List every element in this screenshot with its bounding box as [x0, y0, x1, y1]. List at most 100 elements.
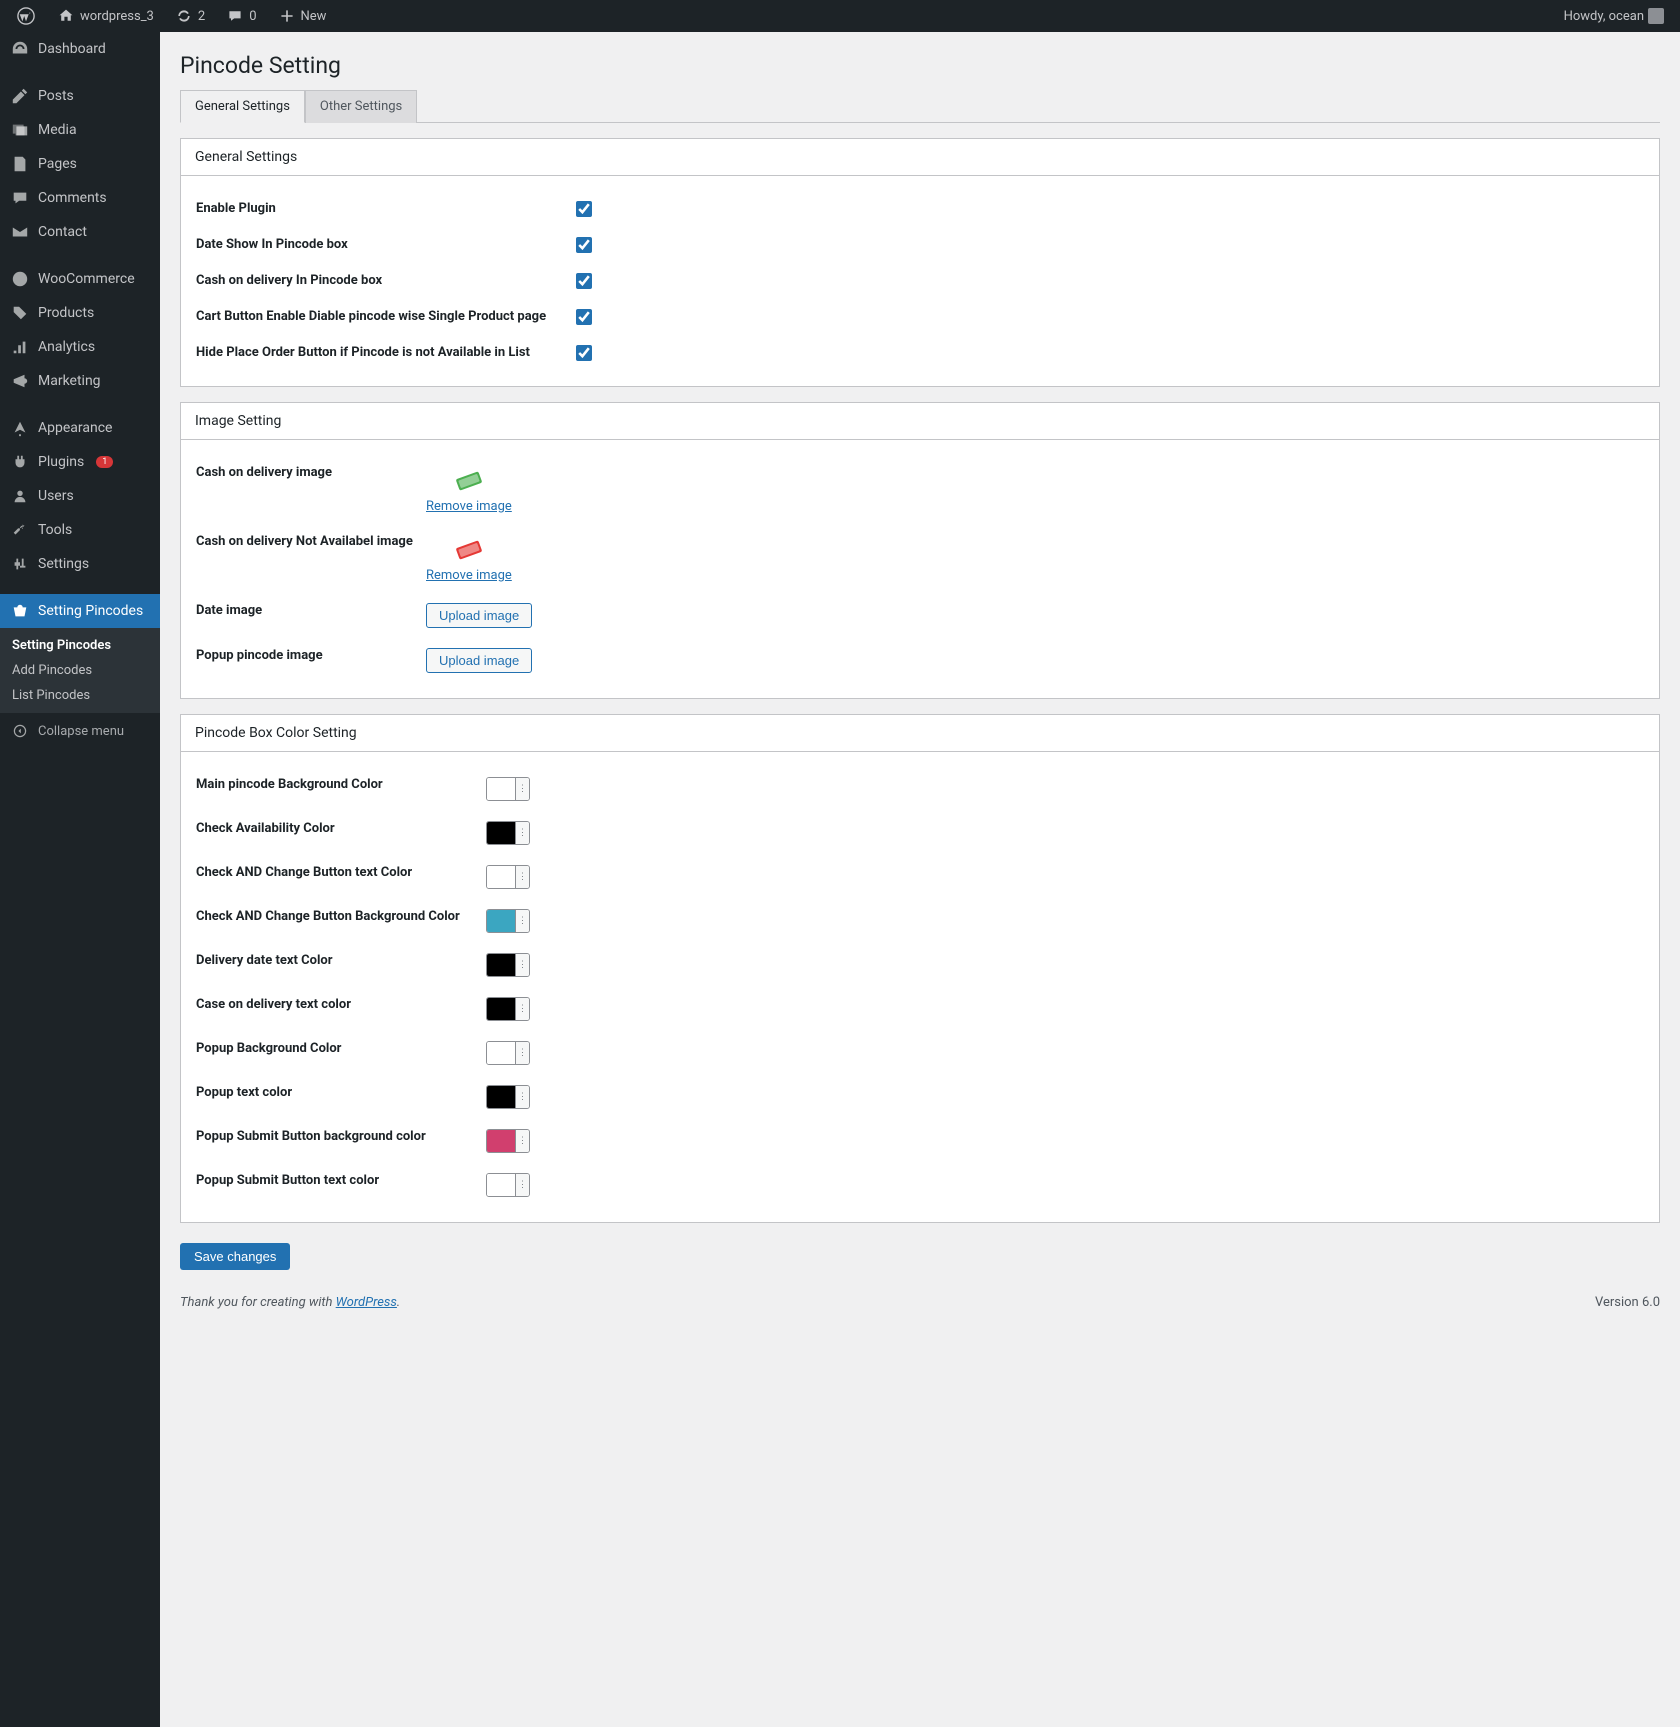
- wordpress-icon: [16, 6, 36, 26]
- sidebar-item-woocommerce[interactable]: WooCommerce: [0, 262, 160, 296]
- new-link[interactable]: New: [269, 0, 335, 32]
- color-picker-handle: ⋮: [515, 866, 529, 888]
- color-swatch: [487, 1174, 515, 1196]
- field-label: Cash on delivery image: [196, 465, 426, 480]
- color-picker-handle: ⋮: [515, 822, 529, 844]
- sidebar-item-settings[interactable]: Settings: [0, 547, 160, 581]
- color-swatch: [487, 910, 515, 932]
- color-picker-handle: ⋮: [515, 1130, 529, 1152]
- field-label: Cash on delivery Not Availabel image: [196, 534, 426, 549]
- color-picker[interactable]: ⋮: [486, 1085, 530, 1109]
- comments-link[interactable]: 0: [217, 0, 264, 32]
- sidebar-item-plugins[interactable]: Plugins 1: [0, 445, 160, 479]
- sidebar-item-tools[interactable]: Tools: [0, 513, 160, 547]
- sidebar-item-label: Plugins: [38, 454, 84, 470]
- color-picker[interactable]: ⋮: [486, 953, 530, 977]
- color-picker[interactable]: ⋮: [486, 1041, 530, 1065]
- field-label: Main pincode Background Color: [196, 777, 486, 792]
- site-link[interactable]: wordpress_3: [48, 0, 162, 32]
- color-picker[interactable]: ⋮: [486, 821, 530, 845]
- admin-toolbar: wordpress_3 2 0 New Howdy, ocean: [0, 0, 1680, 32]
- save-button[interactable]: Save changes: [180, 1243, 290, 1270]
- sidebar-item-label: Setting Pincodes: [38, 603, 143, 619]
- sidebar-item-posts[interactable]: Posts: [0, 79, 160, 113]
- color-picker[interactable]: ⋮: [486, 1129, 530, 1153]
- field-label: Hide Place Order Button if Pincode is no…: [196, 345, 576, 360]
- users-icon: [10, 486, 30, 506]
- submenu-item[interactable]: Add Pincodes: [0, 658, 160, 683]
- sidebar-item-label: Dashboard: [38, 41, 106, 57]
- sidebar-item-label: Marketing: [38, 373, 101, 389]
- wordpress-link[interactable]: WordPress: [336, 1295, 397, 1310]
- image-setting-panel: Image Setting Cash on delivery imageRemo…: [180, 402, 1660, 699]
- updates-icon: [174, 6, 194, 26]
- sidebar-item-appearance[interactable]: Appearance: [0, 411, 160, 445]
- upload-image-button[interactable]: Upload image: [426, 648, 532, 673]
- field-label: Cart Button Enable Diable pincode wise S…: [196, 309, 576, 324]
- howdy-user[interactable]: Howdy, ocean: [1556, 0, 1672, 32]
- color-picker[interactable]: ⋮: [486, 1173, 530, 1197]
- sidebar-item-analytics[interactable]: Analytics: [0, 330, 160, 364]
- tab-general-settings[interactable]: General Settings: [180, 90, 305, 123]
- media-icon: [10, 120, 30, 140]
- new-label: New: [301, 9, 327, 24]
- products-icon: [10, 303, 30, 323]
- settings-tabs: General SettingsOther Settings: [180, 89, 1660, 123]
- avatar: [1648, 8, 1664, 24]
- sidebar-item-label: Media: [38, 122, 77, 138]
- sidebar-item-pages[interactable]: Pages: [0, 147, 160, 181]
- woocommerce-icon: [10, 269, 30, 289]
- sidebar-item-comments[interactable]: Comments: [0, 181, 160, 215]
- color-picker-handle: ⋮: [515, 778, 529, 800]
- color-swatch: [487, 1086, 515, 1108]
- sidebar-item-marketing[interactable]: Marketing: [0, 364, 160, 398]
- pages-icon: [10, 154, 30, 174]
- sidebar-item-label: Products: [38, 305, 94, 321]
- footer-thanks: Thank you for creating with WordPress.: [180, 1295, 400, 1310]
- color-picker[interactable]: ⋮: [486, 997, 530, 1021]
- sidebar-item-label: Pages: [38, 156, 77, 172]
- update-badge: 1: [96, 456, 113, 468]
- checkbox-input[interactable]: [576, 273, 592, 289]
- color-picker[interactable]: ⋮: [486, 865, 530, 889]
- sidebar-item-label: WooCommerce: [38, 271, 135, 287]
- checkbox-input[interactable]: [576, 345, 592, 361]
- sidebar-item-media[interactable]: Media: [0, 113, 160, 147]
- field-label: Popup Submit Button background color: [196, 1129, 486, 1144]
- general-settings-panel: General Settings Enable PluginDate Show …: [180, 138, 1660, 387]
- field-label: Popup Background Color: [196, 1041, 486, 1056]
- wp-logo[interactable]: [8, 0, 44, 32]
- admin-sidebar: Dashboard Posts Media Pages CommentsContact W…: [0, 32, 160, 1727]
- field-label: Popup Submit Button text color: [196, 1173, 486, 1188]
- color-swatch: [487, 998, 515, 1020]
- general-settings-heading: General Settings: [181, 139, 1659, 176]
- collapse-menu[interactable]: Collapse menu: [0, 713, 160, 749]
- submenu-item[interactable]: List Pincodes: [0, 683, 160, 708]
- color-swatch: [487, 1130, 515, 1152]
- color-picker[interactable]: ⋮: [486, 909, 530, 933]
- version-text: Version 6.0: [1595, 1295, 1660, 1310]
- upload-image-button[interactable]: Upload image: [426, 603, 532, 628]
- checkbox-input[interactable]: [576, 309, 592, 325]
- remove-image-link[interactable]: Remove image: [426, 568, 512, 583]
- color-swatch: [487, 954, 515, 976]
- color-picker[interactable]: ⋮: [486, 777, 530, 801]
- contact-icon: [10, 222, 30, 242]
- sidebar-item-users[interactable]: Users: [0, 479, 160, 513]
- comment-icon: [225, 6, 245, 26]
- field-label: Delivery date text Color: [196, 953, 486, 968]
- checkbox-input[interactable]: [576, 237, 592, 253]
- tab-other-settings[interactable]: Other Settings: [305, 90, 417, 123]
- remove-image-link[interactable]: Remove image: [426, 499, 512, 514]
- comments-icon: [10, 188, 30, 208]
- submenu-item[interactable]: Setting Pincodes: [0, 633, 160, 658]
- updates-link[interactable]: 2: [166, 0, 213, 32]
- checkbox-input[interactable]: [576, 201, 592, 217]
- sidebar-item-label: Tools: [38, 522, 72, 538]
- sidebar-item-dashboard[interactable]: Dashboard: [0, 32, 160, 66]
- field-label: Check Availability Color: [196, 821, 486, 836]
- field-label: Enable Plugin: [196, 201, 576, 216]
- sidebar-item-contact[interactable]: Contact: [0, 215, 160, 249]
- sidebar-item-setting-pincodes[interactable]: Setting Pincodes: [0, 594, 160, 628]
- sidebar-item-products[interactable]: Products: [0, 296, 160, 330]
